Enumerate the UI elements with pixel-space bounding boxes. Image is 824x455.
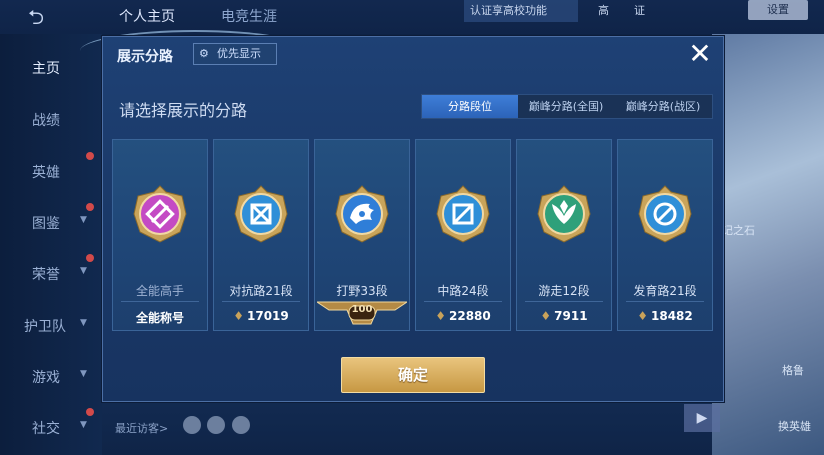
- sidebar-item-label: 护卫队: [24, 319, 66, 335]
- tab-profile[interactable]: 个人主页: [119, 6, 175, 26]
- notification-dot: [86, 152, 94, 160]
- change-hero-button[interactable]: 换英雄: [778, 418, 811, 434]
- notification-dot: [86, 408, 94, 416]
- gear-icon: ⚙: [199, 47, 209, 60]
- lane-card-mid[interactable]: 中路24段 ♦ 22880: [415, 139, 511, 331]
- lane-card-farm[interactable]: 发育路21段 ♦ 18482: [617, 139, 713, 331]
- tab-peak-national[interactable]: 巅峰分路(全国): [518, 95, 614, 118]
- lane-score-value: 18482: [651, 309, 693, 323]
- lane-card-roam[interactable]: 游走12段 ♦ 7911: [516, 139, 612, 331]
- hero-showcase: [712, 34, 824, 455]
- tab-esports[interactable]: 电竞生涯: [221, 6, 277, 26]
- lane-name: 全能高手: [135, 284, 184, 298]
- lane-name: 游走12段: [538, 284, 590, 298]
- confirm-button[interactable]: 确定: [341, 357, 485, 393]
- top-misc-2: 证: [634, 4, 645, 17]
- lane-name: 打野33段: [336, 284, 388, 298]
- jungle-emblem-icon: [332, 184, 392, 244]
- lane-score-value: 17019: [247, 309, 289, 323]
- chevron-down-icon: ▼: [80, 266, 87, 276]
- play-icon[interactable]: ▶: [684, 404, 720, 432]
- lane-card-clash[interactable]: 对抗路21段 ♦ 17019: [213, 139, 309, 331]
- sidebar-item-label: 战绩: [32, 113, 60, 129]
- close-icon[interactable]: ✕: [685, 39, 715, 69]
- settings-button[interactable]: 设置: [748, 0, 808, 20]
- priority-display-button[interactable]: ⚙ 优先显示: [193, 43, 277, 65]
- sidebar-item-label: 主页: [32, 61, 60, 77]
- clash-lane-emblem-icon: [231, 184, 291, 244]
- lane-score-value: 22880: [449, 309, 491, 323]
- points-icon: ♦: [540, 309, 552, 323]
- back-icon[interactable]: ⮌: [28, 6, 68, 28]
- roam-emblem-icon: [534, 184, 594, 244]
- sidebar: [0, 34, 102, 455]
- lane-name: 对抗路21段: [229, 284, 293, 298]
- sidebar-item-label: 图鉴: [32, 216, 60, 232]
- divider: [222, 301, 300, 302]
- tab-peak-region[interactable]: 巅峰分路(战区): [614, 95, 712, 118]
- sidebar-item-label: 荣誉: [32, 267, 60, 283]
- avatar[interactable]: [183, 416, 201, 434]
- right-panel-label: 记之石: [722, 224, 755, 237]
- divider: [424, 301, 502, 302]
- avatar[interactable]: [232, 416, 250, 434]
- chevron-down-icon: ▼: [80, 420, 87, 430]
- divider: [525, 301, 603, 302]
- lane-score: ♦ 22880: [416, 309, 510, 323]
- lane-value: 全能称号: [135, 311, 184, 325]
- chevron-down-icon: ▼: [80, 318, 87, 328]
- notification-dot: [86, 203, 94, 211]
- lane-card-allround[interactable]: 全能高手 全能称号: [112, 139, 208, 331]
- right-panel-label: 格鲁: [782, 364, 804, 377]
- dialog-subtitle: 请选择展示的分路: [119, 101, 248, 120]
- lane-score: ♦ 18482: [618, 309, 712, 323]
- sidebar-item-label: 英雄: [32, 165, 60, 181]
- chevron-down-icon: ▼: [80, 369, 87, 379]
- farm-lane-emblem-icon: [635, 184, 695, 244]
- tab-lane-rank[interactable]: 分路段位: [422, 95, 518, 118]
- lane-name: 发育路21段: [633, 284, 697, 298]
- lane-card-jungle[interactable]: 打野33段 100: [314, 139, 410, 331]
- lane-score: ♦ 17019: [214, 309, 308, 323]
- sidebar-item-label: 游戏: [32, 370, 60, 386]
- peak-rank-value: 100: [351, 304, 373, 315]
- lane-tabs: 分路段位 巅峰分路(全国) 巅峰分路(战区): [421, 94, 713, 119]
- lane-display-dialog: 展示分路 ⚙ 优先显示 ✕ 请选择展示的分路 分路段位 巅峰分路(全国) 巅峰分…: [102, 36, 724, 402]
- dialog-title: 展示分路: [117, 49, 173, 65]
- chevron-down-icon: ▼: [80, 215, 87, 225]
- all-round-emblem-icon: [130, 184, 190, 244]
- top-misc-1: 高: [598, 4, 609, 17]
- verify-banner[interactable]: 认证享高校功能: [464, 0, 578, 22]
- sidebar-item-label: 社交: [32, 421, 60, 437]
- divider: [121, 301, 199, 302]
- priority-display-label: 优先显示: [217, 47, 261, 60]
- points-icon: ♦: [637, 309, 648, 323]
- recent-visitors-link[interactable]: 最近访客>: [115, 420, 168, 436]
- lane-name: 中路24段: [437, 284, 489, 298]
- divider: [626, 301, 704, 302]
- lane-score: ♦ 7911: [517, 309, 611, 323]
- points-icon: ♦: [233, 309, 244, 323]
- notification-dot: [86, 254, 94, 262]
- peak-rank-badge: 100: [315, 300, 409, 328]
- mid-lane-emblem-icon: [433, 184, 493, 244]
- lane-score-value: 7911: [554, 309, 588, 323]
- avatar[interactable]: [207, 416, 225, 434]
- points-icon: ♦: [435, 309, 446, 323]
